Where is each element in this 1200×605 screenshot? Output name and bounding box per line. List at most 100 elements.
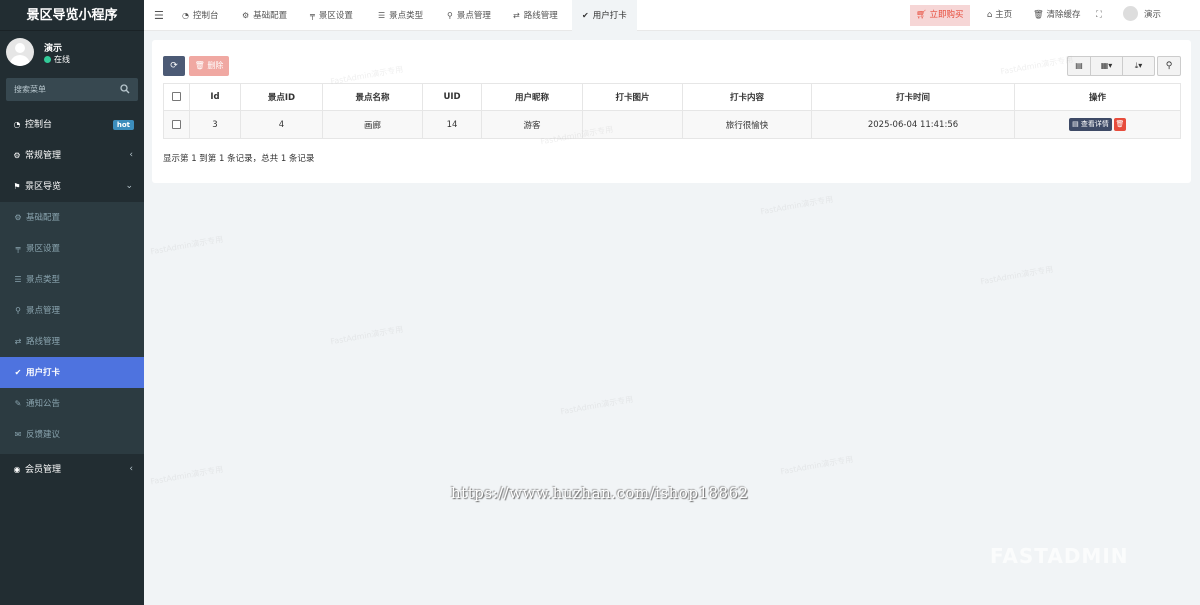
edit-icon: ✎ <box>14 399 22 408</box>
col-spot-name[interactable]: 景点名称 <box>322 83 423 111</box>
user-circle-icon: ◉ <box>13 465 21 474</box>
buy-now-button[interactable]: 🛒︎ 立即购买 <box>910 5 970 26</box>
tab-dashboard[interactable]: ◔ 控制台 <box>182 0 219 31</box>
user-menu[interactable]: 演示 <box>1123 0 1161 31</box>
cogs-icon: ⚙ <box>13 151 21 160</box>
sidebar-item-basic-config[interactable]: ⚙ 基础配置 <box>0 202 144 233</box>
col-nickname[interactable]: 用户昵称 <box>481 83 583 111</box>
sidebar-item-spot-manage[interactable]: ⚲ 景点管理 <box>0 295 144 326</box>
watermark-text: FastAdmin演示专用 <box>759 194 834 217</box>
sidebar-item-user-checkin[interactable]: ✔ 用户打卡 <box>0 357 144 388</box>
col-image[interactable]: 打卡图片 <box>582 83 683 111</box>
home-link[interactable]: ⌂ 主页 <box>987 0 1012 31</box>
online-dot-icon <box>44 56 51 63</box>
signpost-icon: ╤ <box>310 11 315 20</box>
user-name: 演示 <box>44 44 63 54</box>
dashboard-icon: ◔ <box>13 120 21 129</box>
menu-toggle-icon[interactable]: ☰ <box>154 0 164 31</box>
cell-content: 旅行很愉快 <box>682 110 812 139</box>
user-panel: 演示 在线 <box>0 31 144 73</box>
col-id[interactable]: Id <box>189 83 241 111</box>
row-checkbox[interactable] <box>172 119 181 129</box>
cell-time: 2025-06-04 11:41:56 <box>811 110 1015 139</box>
tab-user-checkin[interactable]: ✔ 用户打卡 <box>572 0 637 31</box>
sidebar-menu: ◔ 控制台 hot ⚙ 常规管理 ‹ ⚑ 景区导览 ⌄ ⚙ 基础配置 ╤ 景区设置 ☰ 景点… <box>0 109 144 485</box>
col-time[interactable]: 打卡时间 <box>811 83 1015 111</box>
cell-uid: 14 <box>422 110 482 139</box>
clear-cache-button[interactable]: 🗑︎ 清除缓存 <box>1033 0 1081 31</box>
sidebar-item-feedback[interactable]: ✉ 反馈建议 <box>0 419 144 450</box>
table-search-button[interactable]: ⚲ <box>1157 56 1181 76</box>
sidebar-item-notice[interactable]: ✎ 通知公告 <box>0 388 144 419</box>
pagination-summary: 显示第 1 到第 1 条记录，总共 1 条记录 <box>163 154 315 164</box>
cart-icon: 🛒︎ <box>916 10 930 20</box>
flag-icon: ⚑ <box>13 182 21 191</box>
tab-route-manage[interactable]: ⇄ 路线管理 <box>513 0 558 31</box>
watermark-text: FastAdmin演示专用 <box>149 464 224 487</box>
row-delete-button[interactable]: 🗑︎ <box>1113 118 1126 131</box>
refresh-icon: ⟳ <box>170 61 178 71</box>
sidebar-item-dashboard[interactable]: ◔ 控制台 hot <box>0 109 144 140</box>
sidebar-item-spot-types[interactable]: ☰ 景点类型 <box>0 264 144 295</box>
url-watermark: https://www.huzhan.com/ishop18862 <box>451 484 749 502</box>
app-title[interactable]: 景区导览小程序 <box>0 0 144 31</box>
sidebar-item-members[interactable]: ◉ 会员管理 ‹ <box>0 454 144 485</box>
menu-search-input[interactable] <box>6 78 116 101</box>
columns-icon: ▦▾ <box>1100 61 1113 70</box>
tab-spot-types[interactable]: ☰ 景点类型 <box>378 0 423 31</box>
fullscreen-icon[interactable]: ⛶ <box>1096 0 1102 31</box>
view-detail-button[interactable]: ▤ 查看详情 <box>1069 118 1112 131</box>
select-all-checkbox[interactable] <box>172 92 181 101</box>
watermark-text: FastAdmin演示专用 <box>149 234 224 257</box>
dashboard-icon: ◔ <box>182 11 189 20</box>
download-icon: ⤓▾ <box>1134 61 1143 70</box>
signpost-icon: ╤ <box>15 244 21 253</box>
sidebar-item-route-manage[interactable]: ⇄ 路线管理 <box>0 326 144 357</box>
col-spot-id[interactable]: 景点ID <box>240 83 323 111</box>
sidebar-item-scenic-guide[interactable]: ⚑ 景区导览 ⌄ <box>0 171 144 202</box>
trash-icon: 🗑︎ <box>194 61 208 70</box>
table-header-row: Id 景点ID 景点名称 UID 用户昵称 打卡图片 打卡内容 打卡时间 操作 <box>163 83 1181 111</box>
columns-button[interactable]: ▦▾ <box>1091 56 1123 76</box>
col-content[interactable]: 打卡内容 <box>682 83 812 111</box>
export-button[interactable]: ⤓▾ <box>1123 56 1155 76</box>
chevron-down-icon: ⌄ <box>125 181 133 191</box>
file-icon: ▤ <box>1072 120 1081 128</box>
tab-spot-manage[interactable]: ⚲ 景点管理 <box>447 0 491 31</box>
avatar <box>1123 6 1138 21</box>
refresh-button[interactable]: ⟳ <box>163 56 185 76</box>
top-navbar: ☰ ◔ 控制台 ⚙ 基础配置 ╤ 景区设置 ☰ 景点类型 ⚲ 景点管理 ⇄ 路线管理 ✔ 用户… <box>144 0 1200 31</box>
chevron-left-icon: ‹ <box>129 150 133 160</box>
table-tools: ▤ ▦▾ ⤓▾ <box>1067 56 1155 76</box>
sidebar-item-scenic-settings[interactable]: ╤ 景区设置 <box>0 233 144 264</box>
retweet-icon: ⇄ <box>513 11 520 20</box>
tab-scenic-settings[interactable]: ╤ 景区设置 <box>310 0 353 31</box>
col-actions: 操作 <box>1014 83 1181 111</box>
home-icon: ⌂ <box>987 10 996 20</box>
avatar <box>6 38 34 66</box>
col-uid[interactable]: UID <box>422 83 482 111</box>
envelope-icon: ✉ <box>14 430 22 439</box>
sidebar-item-general[interactable]: ⚙ 常规管理 ‹ <box>0 140 144 171</box>
search-icon: ⚲ <box>1165 61 1173 71</box>
check-icon: ✔ <box>582 11 589 20</box>
fastadmin-logo-watermark: FASTADMIN <box>990 544 1129 568</box>
tab-basic-config[interactable]: ⚙ 基础配置 <box>242 0 287 31</box>
delete-button[interactable]: 🗑︎ 删除 <box>189 56 229 76</box>
retweet-icon: ⇄ <box>14 337 22 346</box>
gear-icon: ⚙ <box>242 11 250 20</box>
select-all-cell <box>163 83 190 111</box>
map-marker-icon: ⚲ <box>447 11 453 20</box>
cell-id: 3 <box>189 110 241 139</box>
sidebar: 景区导览小程序 演示 在线 ◔控制台 hot ⚙常规管理 ‹ ⚑景区导览 ⌄ ⚙… <box>0 0 144 605</box>
table-icon: ▤ <box>1075 61 1083 70</box>
cell-spot-id: 4 <box>240 110 323 139</box>
table-row[interactable]: 3 4 画廊 14 游客 旅行很愉快 2025-06-04 11:41:56 ▤… <box>163 110 1181 139</box>
watermark-text: FastAdmin演示专用 <box>979 264 1054 287</box>
search-icon[interactable] <box>120 84 130 94</box>
user-status: 在线 <box>44 54 70 65</box>
watermark-text: FastAdmin演示专用 <box>329 324 404 347</box>
checkin-table: Id 景点ID 景点名称 UID 用户昵称 打卡图片 打卡内容 打卡时间 操作 … <box>163 83 1181 139</box>
row-select-cell <box>163 110 190 139</box>
list-icon: ☰ <box>14 275 22 284</box>
